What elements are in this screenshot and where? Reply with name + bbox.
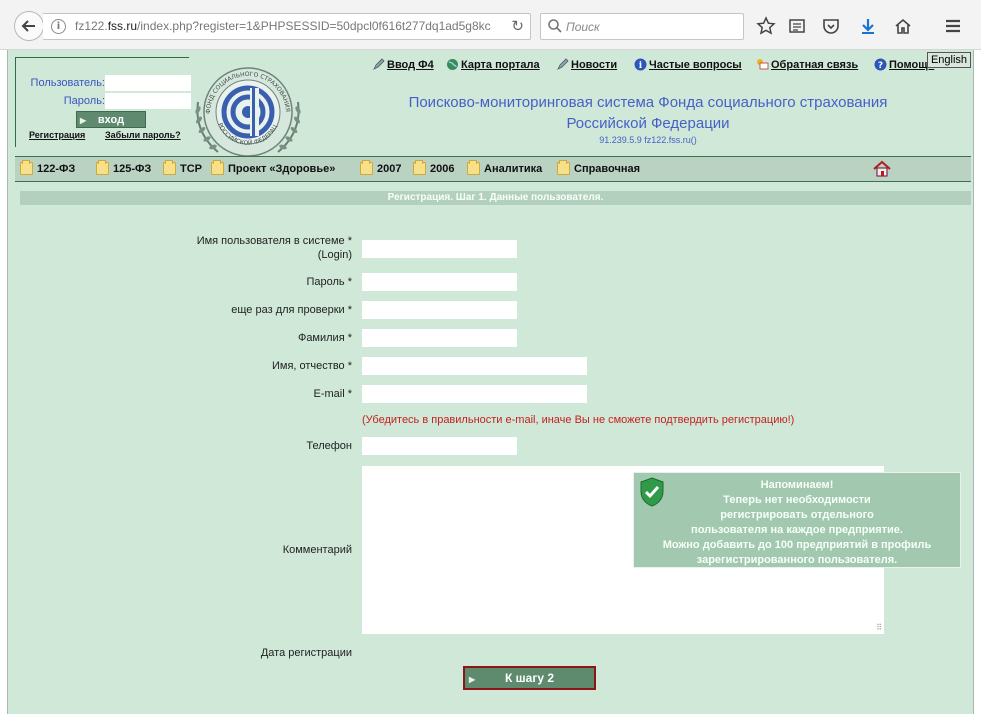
register-link[interactable]: Регистрация	[29, 130, 85, 140]
arrow-left-icon	[21, 20, 35, 32]
page-content: Пользователь: Пароль: ▶ вход Регистрация …	[7, 50, 974, 714]
bookmark-star-icon[interactable]	[755, 15, 777, 37]
login-field[interactable]	[362, 240, 517, 258]
email-label: E-mail *	[313, 388, 352, 400]
phone-field[interactable]	[362, 437, 517, 455]
name-field[interactable]	[362, 357, 587, 375]
search-icon	[548, 19, 562, 33]
download-icon[interactable]	[857, 15, 879, 37]
top-link-help[interactable]: ? Помощь	[874, 58, 934, 71]
home-icon[interactable]	[873, 160, 891, 178]
next-step-button[interactable]: ▶ К шагу 2	[463, 666, 596, 690]
globe-icon	[447, 59, 458, 70]
email-field[interactable]	[362, 385, 587, 403]
password-repeat-field[interactable]	[362, 301, 517, 319]
top-link-input-f4[interactable]: Ввод Ф4	[372, 58, 434, 71]
email-warning: (Убедитесь в правильности e-mail, иначе …	[362, 414, 795, 426]
svg-text:i: i	[639, 61, 643, 71]
browser-search-input[interactable]: Поиск	[540, 13, 744, 40]
menu-item-125fz[interactable]: 125-ФЗ	[96, 160, 151, 175]
password-repeat-label: еще раз для проверки *	[231, 304, 352, 316]
server-info: 91.239.5.9 fz122.fss.ru()	[599, 135, 697, 145]
menu-item-reference[interactable]: Справочная	[557, 160, 640, 175]
resize-grip-icon[interactable]: ⠿	[876, 623, 882, 632]
reminder-notice: Напоминаем! Теперь нет необходимости рег…	[633, 472, 961, 568]
pen-icon	[373, 58, 385, 70]
arrow-right-icon: ▶	[80, 116, 87, 125]
pen-icon	[557, 58, 569, 70]
forgot-password-link[interactable]: Забыли пароль?	[105, 130, 181, 140]
folder-icon	[96, 160, 109, 175]
address-bar[interactable]: i fz122.fss.ru/index.php?register=1&PHPS…	[43, 13, 531, 40]
top-link-feedback[interactable]: Обратная связь	[756, 58, 858, 71]
top-link-faq[interactable]: i Частые вопросы	[634, 58, 742, 71]
help-icon: ?	[874, 58, 887, 71]
menu-item-analytics[interactable]: Аналитика	[467, 160, 542, 175]
surname-label: Фамилия *	[297, 332, 352, 344]
password-field[interactable]	[362, 273, 517, 291]
username-input[interactable]	[105, 75, 191, 91]
folder-icon	[413, 160, 426, 175]
folder-icon	[211, 160, 224, 175]
section-title: Регистрация. Шаг 1. Данные пользователя.	[20, 191, 971, 205]
login-panel: Пользователь: Пароль: ▶ вход Регистрация …	[15, 57, 191, 147]
password-input[interactable]	[105, 93, 191, 109]
main-menu: 122-ФЗ 125-ФЗ ТСР Проект «Здоровье» 2007…	[15, 156, 971, 182]
folder-icon	[20, 160, 33, 175]
password-field-label: Пароль *	[306, 276, 352, 288]
registration-date-label: Дата регистрации	[260, 647, 352, 659]
arrow-right-icon: ▶	[469, 675, 476, 684]
page-title: Поисково-мониторинговая система Фонда со…	[408, 94, 888, 132]
menu-item-2006[interactable]: 2006	[413, 160, 454, 175]
menu-item-tsr[interactable]: ТСР	[163, 160, 202, 175]
reading-list-icon[interactable]	[786, 15, 808, 37]
menu-item-2007[interactable]: 2007	[360, 160, 401, 175]
fss-logo: ФОНД СОЦИАЛЬНОГО СТРАХОВАНИЯ РОССИЙСКОЙ …	[188, 62, 301, 157]
menu-item-122fz[interactable]: 122-ФЗ	[20, 160, 75, 175]
menu-hamburger-icon[interactable]	[942, 15, 964, 37]
login-button[interactable]: ▶ вход	[76, 111, 146, 128]
site-info-icon[interactable]: i	[51, 19, 66, 34]
login-field-label: Имя пользователя в системе * (Login)	[196, 235, 352, 261]
folder-icon	[360, 160, 373, 175]
top-link-news[interactable]: Новости	[556, 58, 617, 71]
user-label: Пользователь:	[30, 77, 105, 89]
home-icon[interactable]	[892, 15, 914, 37]
folder-icon	[557, 160, 570, 175]
browser-toolbar: i fz122.fss.ru/index.php?register=1&PHPS…	[0, 0, 981, 50]
info-icon: i	[634, 58, 647, 71]
phone-label: Телефон	[306, 440, 352, 452]
menu-item-zdorovie[interactable]: Проект «Здоровье»	[211, 160, 335, 175]
reload-icon[interactable]: ↻	[511, 17, 524, 35]
folder-icon	[163, 160, 176, 175]
english-button[interactable]: English	[927, 52, 971, 68]
url-text: fz122.fss.ru/index.php?register=1&PHPSES…	[75, 19, 491, 33]
name-label: Имя, отчество *	[271, 360, 352, 372]
back-button[interactable]	[14, 11, 44, 41]
password-label: Пароль:	[63, 95, 105, 107]
folder-icon	[467, 160, 480, 175]
top-link-portal-map[interactable]: Карта портала	[446, 58, 540, 71]
comment-label: Комментарий	[282, 544, 352, 556]
pocket-icon[interactable]	[820, 15, 842, 37]
svg-text:?: ?	[878, 61, 883, 71]
mail-icon	[757, 59, 769, 70]
surname-field[interactable]	[362, 329, 517, 347]
